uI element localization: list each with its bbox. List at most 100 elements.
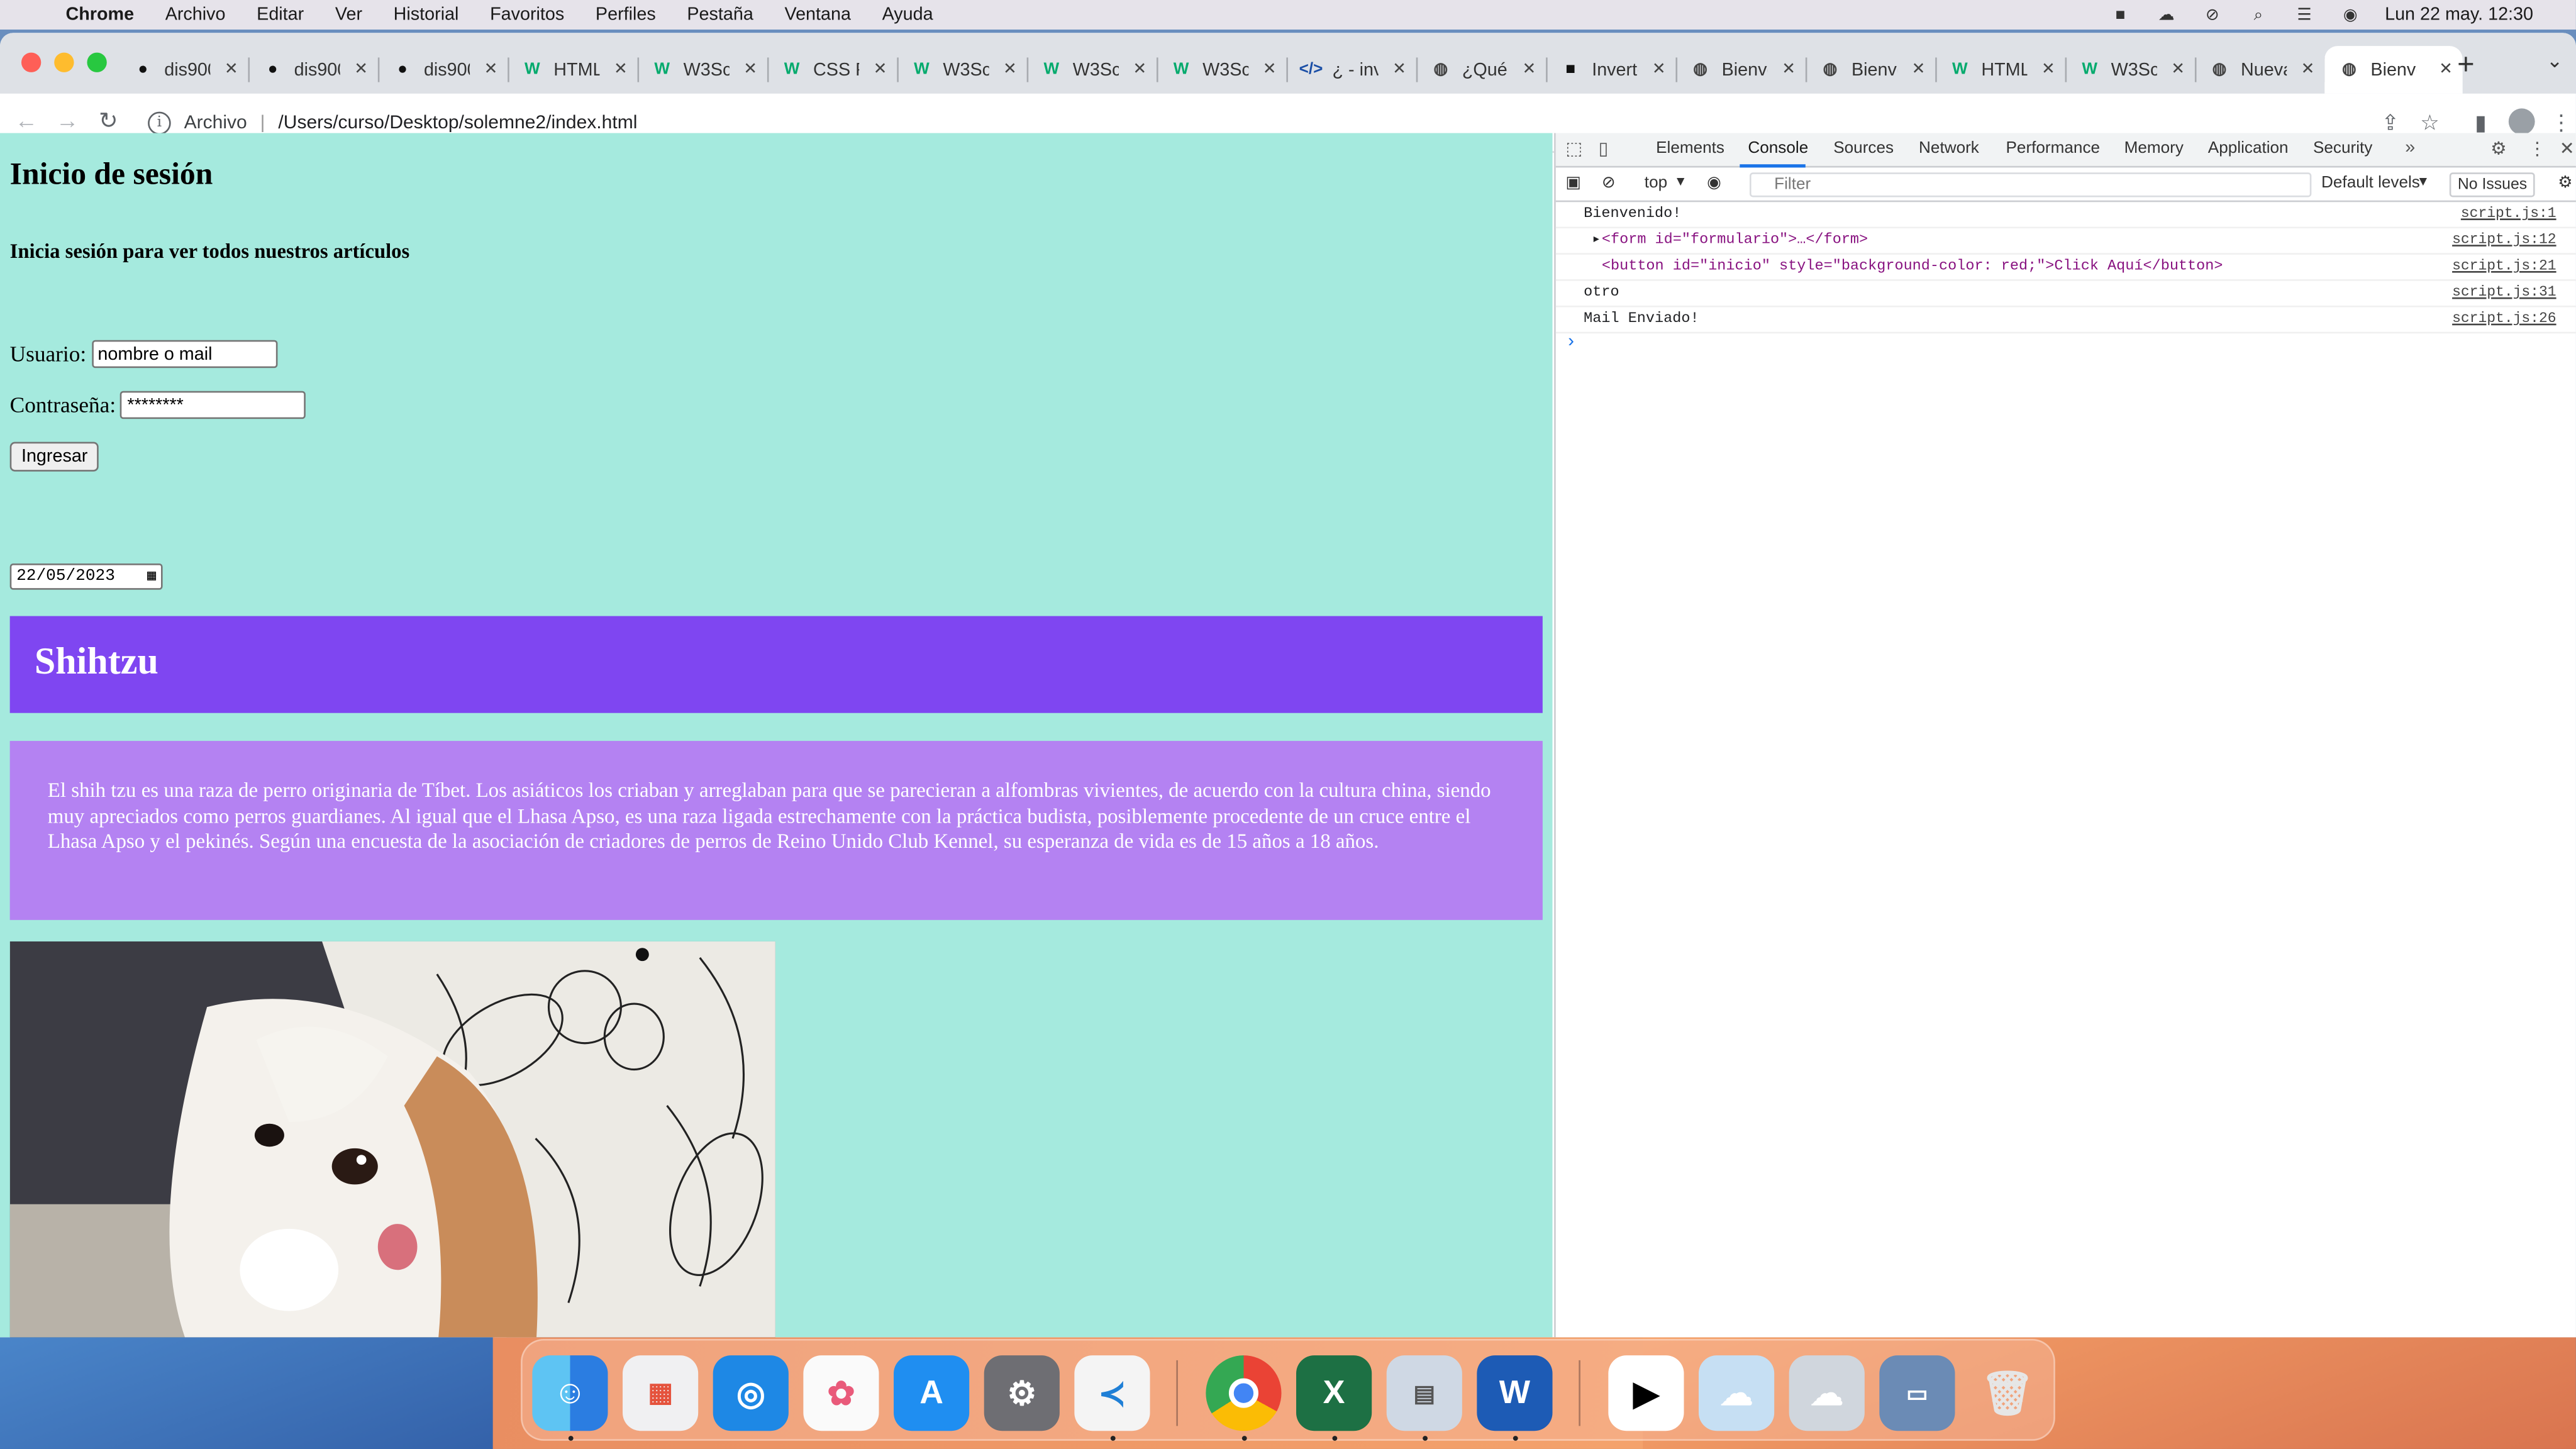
- menu-editar[interactable]: Editar: [257, 5, 304, 25]
- forward-arrow-icon[interactable]: →: [53, 107, 82, 133]
- close-tab-icon[interactable]: ✕: [874, 61, 887, 79]
- browser-tab[interactable]: ◍Bienve✕: [1806, 46, 1937, 94]
- devtools-tab-network[interactable]: Network: [1919, 140, 1979, 158]
- browser-tab[interactable]: W HTML ✕: [1935, 46, 2067, 94]
- browser-tab[interactable]: ■ Inverte ✕: [1546, 46, 1678, 94]
- close-tab-icon[interactable]: ✕: [1392, 61, 1406, 79]
- devtools-tab-elements[interactable]: Elements: [1656, 140, 1724, 158]
- siri-icon[interactable]: ◉: [2339, 5, 2362, 25]
- safari-icon[interactable]: ◎: [713, 1355, 789, 1431]
- preview-icon[interactable]: ▤: [1386, 1355, 1462, 1431]
- menu-archivo[interactable]: Archivo: [165, 5, 226, 25]
- live-expression-eye-icon[interactable]: ◉: [1707, 174, 1721, 192]
- date-input[interactable]: 22/05/2023 ▦: [9, 563, 163, 590]
- devtools-tab-memory[interactable]: Memory: [2124, 140, 2184, 158]
- share-icon[interactable]: ⇪: [2377, 110, 2404, 136]
- browser-tab[interactable]: ◍ Nueva ✕: [2195, 46, 2326, 94]
- browser-tab[interactable]: ◍Bienve✕: [2324, 46, 2463, 94]
- close-tab-icon[interactable]: ✕: [1263, 61, 1277, 79]
- app-store-icon[interactable]: A: [894, 1355, 970, 1431]
- more-menu-icon[interactable]: ⋮: [2548, 110, 2575, 136]
- browser-tab[interactable]: ● dis900 ✕: [378, 46, 509, 94]
- clouds-image-icon[interactable]: ☁: [1789, 1355, 1865, 1431]
- context-select[interactable]: top: [1645, 174, 1667, 192]
- browser-tab[interactable]: ● dis900 ✕: [118, 46, 250, 94]
- menu-pestana[interactable]: Pestaña: [687, 5, 753, 25]
- sidebar-toggle-icon[interactable]: ▣: [1565, 174, 1581, 192]
- close-tab-icon[interactable]: ✕: [2301, 61, 2315, 79]
- minimize-window-button[interactable]: [54, 52, 74, 72]
- close-tab-icon[interactable]: ✕: [743, 61, 757, 79]
- filter-input[interactable]: Filter: [1749, 172, 2312, 197]
- devtools-tab-application[interactable]: Application: [2208, 140, 2289, 158]
- close-tab-icon[interactable]: ✕: [2171, 61, 2185, 79]
- browser-tab[interactable]: W W3Sch ✕: [2065, 46, 2197, 94]
- inspect-icon[interactable]: ⬚: [1565, 138, 1582, 159]
- console-message[interactable]: <form id="formulario">…</form>: [1602, 228, 1868, 253]
- menu-ventana[interactable]: Ventana: [784, 5, 850, 25]
- browser-tab[interactable]: W HTML ✕: [508, 46, 640, 94]
- log-levels-select[interactable]: Default levels: [2321, 174, 2420, 192]
- close-devtools-icon[interactable]: ✕: [2560, 138, 2575, 159]
- menu-ver[interactable]: Ver: [335, 5, 362, 25]
- more-tabs-icon[interactable]: »: [2405, 138, 2415, 157]
- info-icon[interactable]: i: [148, 111, 171, 135]
- device-toggle-icon[interactable]: ▯: [1599, 138, 1609, 159]
- screenshot-icon[interactable]: ▭: [1879, 1355, 1955, 1431]
- settings-gear-icon[interactable]: ⚙: [2490, 138, 2507, 159]
- excel-icon[interactable]: X: [1296, 1355, 1372, 1431]
- address-path[interactable]: /Users/curso/Desktop/solemne2/index.html: [278, 113, 637, 133]
- sky-image-icon[interactable]: ☁: [1699, 1355, 1775, 1431]
- spotlight-icon[interactable]: ⌕: [2247, 5, 2270, 25]
- vscode-icon[interactable]: ≺: [1074, 1355, 1150, 1431]
- menu-historial[interactable]: Historial: [394, 5, 459, 25]
- browser-tab[interactable]: ◍Bienve✕: [1675, 46, 1807, 94]
- word-icon[interactable]: W: [1477, 1355, 1553, 1431]
- chrome-icon[interactable]: [1206, 1355, 1282, 1431]
- login-button[interactable]: Ingresar: [9, 441, 99, 472]
- console-source-link[interactable]: script.js:26: [2452, 307, 2557, 331]
- tab-search-icon[interactable]: ⌄: [2546, 49, 2563, 72]
- close-tab-icon[interactable]: ✕: [1522, 61, 1536, 79]
- photos-icon[interactable]: ✿: [803, 1355, 879, 1431]
- browser-tab[interactable]: ◍ ¿Qué e ✕: [1416, 46, 1548, 94]
- browser-tab[interactable]: W W3Sch ✕: [638, 46, 769, 94]
- close-tab-icon[interactable]: ✕: [484, 61, 498, 79]
- console-source-link[interactable]: script.js:1: [2461, 202, 2557, 226]
- menu-app[interactable]: Chrome: [65, 5, 134, 25]
- youtube-icon[interactable]: ▶: [1608, 1355, 1684, 1431]
- wifi-off-icon[interactable]: ⊘: [2201, 5, 2224, 25]
- browser-tab[interactable]: W CSS P ✕: [767, 46, 899, 94]
- launchpad-icon[interactable]: ▦: [623, 1355, 699, 1431]
- back-arrow-icon[interactable]: ←: [11, 107, 41, 133]
- status-cloud-icon[interactable]: ☁: [2155, 5, 2178, 25]
- menu-ayuda[interactable]: Ayuda: [882, 5, 933, 25]
- browser-tab[interactable]: W W3Sch ✕: [1157, 46, 1288, 94]
- console-source-link[interactable]: script.js:31: [2452, 281, 2557, 306]
- close-tab-icon[interactable]: ✕: [1652, 61, 1666, 79]
- menu-perfiles[interactable]: Perfiles: [596, 5, 656, 25]
- close-tab-icon[interactable]: ✕: [1912, 61, 1926, 79]
- system-settings-icon[interactable]: ⚙: [984, 1355, 1060, 1431]
- close-tab-icon[interactable]: ✕: [1003, 61, 1017, 79]
- browser-tab[interactable]: W W3Sch ✕: [1027, 46, 1158, 94]
- status-app-icon[interactable]: ■: [2109, 5, 2132, 25]
- devtools-menu-icon[interactable]: ⋮: [2528, 138, 2546, 159]
- profile-avatar[interactable]: [2508, 108, 2535, 135]
- calendar-icon[interactable]: ▦: [147, 569, 156, 585]
- zoom-window-button[interactable]: [87, 52, 107, 72]
- finder-icon[interactable]: ☺: [532, 1355, 608, 1431]
- browser-tab[interactable]: ● dis900 ✕: [248, 46, 380, 94]
- console-message[interactable]: <button id="inicio" style="background-co…: [1602, 255, 2223, 279]
- clear-console-icon[interactable]: ⊘: [1602, 174, 1616, 192]
- devtools-tab-console[interactable]: Console: [1748, 140, 1808, 158]
- browser-tab[interactable]: </> ¿ - inv ✕: [1286, 46, 1418, 94]
- side-panel-icon[interactable]: ▮: [2468, 110, 2494, 136]
- reload-icon[interactable]: ↻: [94, 107, 123, 135]
- console-settings-gear-icon[interactable]: ⚙: [2558, 174, 2572, 192]
- console-source-link[interactable]: script.js:21: [2452, 255, 2557, 279]
- close-tab-icon[interactable]: ✕: [614, 61, 628, 79]
- close-tab-icon[interactable]: ✕: [1782, 61, 1796, 79]
- devtools-tab-security[interactable]: Security: [2313, 140, 2372, 158]
- trash-icon[interactable]: 🗑: [1970, 1355, 2045, 1431]
